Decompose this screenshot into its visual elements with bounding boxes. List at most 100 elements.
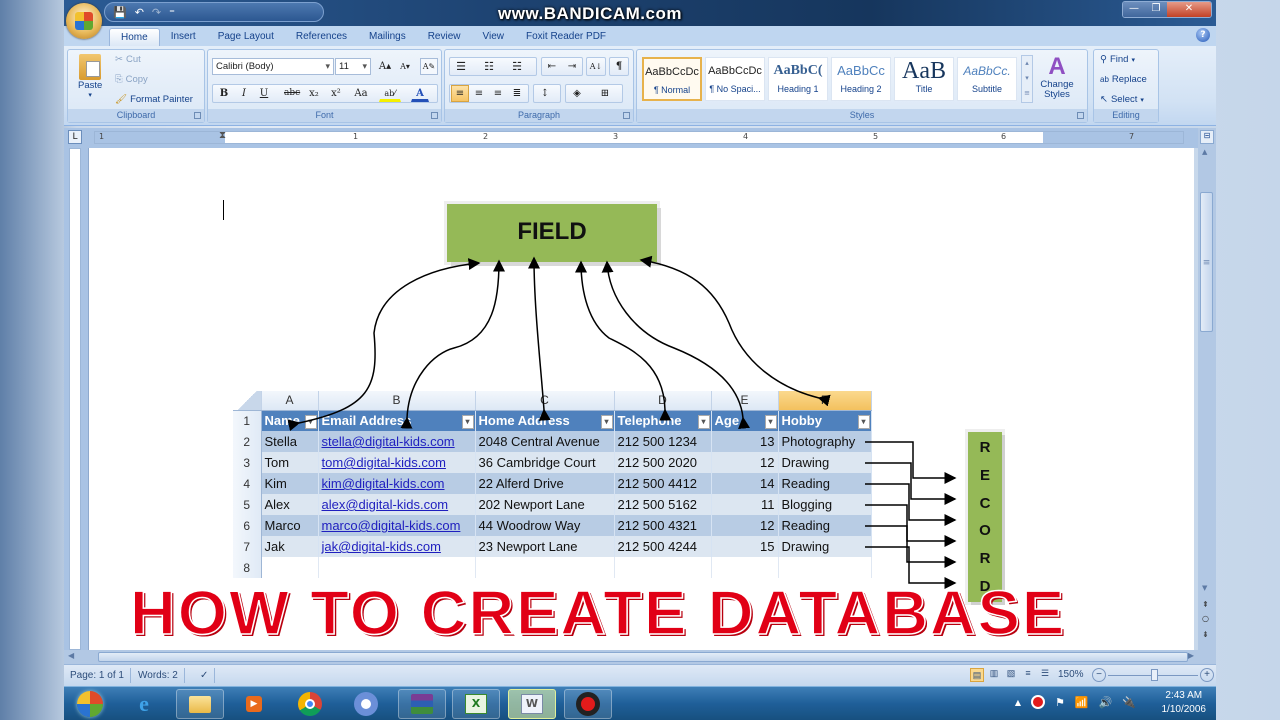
select-button[interactable]: ↖ Select ▾ [1100, 94, 1144, 105]
shrink-font-button[interactable]: A▾ [396, 58, 414, 75]
web-layout-icon[interactable]: ▧ [1004, 668, 1018, 682]
redo-icon[interactable]: ↷ [152, 6, 161, 19]
taskbar-chromium[interactable] [342, 689, 390, 719]
zoom-in-icon[interactable]: + [1200, 668, 1214, 682]
find-button[interactable]: ⚲ Find ▾ [1100, 54, 1135, 65]
shading-icon[interactable]: ◈ [568, 85, 586, 102]
help-icon[interactable]: ? [1196, 28, 1210, 42]
browse-object-icon[interactable]: ○ [1202, 614, 1209, 623]
style-heading-2[interactable]: AaBbCc Heading 2 [831, 57, 891, 101]
page-count[interactable]: Page: 1 of 1 [64, 668, 131, 683]
font-size-combo[interactable]: 11 [335, 58, 371, 75]
bullets-icon[interactable]: ☰ [452, 58, 470, 75]
zoom-slider-thumb[interactable] [1151, 669, 1158, 681]
vertical-scrollbar[interactable]: ⊟ ▲ ≡ ▼ ⇞ ○ ⇟ [1198, 128, 1216, 650]
tab-insert[interactable]: Insert [160, 28, 207, 46]
ruler-toggle-icon[interactable]: ⊟ [1200, 130, 1214, 144]
paste-button[interactable]: Paste ▾ [78, 54, 102, 99]
previous-page-icon[interactable]: ⇞ [1202, 600, 1209, 609]
document-page[interactable]: FIELD A B C D E F 1 Name ▾ Email Address… [88, 148, 1194, 650]
taskbar-chrome[interactable] [286, 689, 334, 719]
tab-home[interactable]: Home [109, 28, 160, 46]
record-indicator-icon[interactable] [1031, 695, 1046, 709]
taskbar-word[interactable]: W [508, 689, 556, 719]
style-normal[interactable]: AaBbCcDc ¶ Normal [642, 57, 702, 101]
superscript-button[interactable]: x² [327, 85, 345, 102]
scroll-down-icon[interactable]: ▼ [1202, 584, 1207, 592]
scroll-thumb[interactable]: ≡ [1200, 192, 1213, 332]
copy-button[interactable]: ⎘ Copy [115, 74, 148, 85]
office-button[interactable] [66, 3, 102, 39]
dialog-launcher-icon[interactable] [1077, 112, 1084, 119]
subscript-button[interactable]: x₂ [305, 85, 323, 102]
italic-button[interactable]: I [235, 85, 253, 102]
restore-button[interactable]: ❐ [1145, 2, 1167, 17]
horizontal-scrollbar[interactable]: ◀ ▶ [64, 650, 1216, 664]
tab-view[interactable]: View [472, 28, 516, 46]
vertical-ruler[interactable] [64, 148, 88, 650]
highlight-button[interactable]: ab⁄ [379, 85, 401, 102]
action-center-icon[interactable]: ⚑ [1055, 696, 1065, 709]
align-right-icon[interactable]: ≡ [489, 85, 507, 102]
tab-selector[interactable]: L [68, 130, 82, 144]
zoom-out-icon[interactable]: − [1092, 668, 1106, 682]
full-screen-reading-icon[interactable]: ▥ [987, 668, 1001, 682]
power-icon[interactable]: 🔌 [1122, 696, 1136, 709]
multilevel-list-icon[interactable]: ☵ [508, 58, 526, 75]
increase-indent-icon[interactable]: ⇥ [563, 58, 581, 75]
tab-page-layout[interactable]: Page Layout [207, 28, 285, 46]
word-count[interactable]: Words: 2 [132, 668, 185, 683]
font-name-combo[interactable]: Calibri (Body) [212, 58, 334, 75]
taskbar-internet-explorer[interactable]: e [120, 689, 168, 719]
scroll-right-icon[interactable]: ▶ [1188, 651, 1194, 660]
style-title[interactable]: AaB Title [894, 57, 954, 101]
font-color-button[interactable]: A [411, 85, 429, 102]
draft-icon[interactable]: ☰ [1038, 668, 1052, 682]
line-spacing-button[interactable]: ↕ [533, 84, 561, 103]
undo-icon[interactable]: ↶ [135, 6, 144, 19]
start-button[interactable] [66, 689, 114, 719]
sort-button[interactable]: A↓ [586, 57, 606, 76]
align-left-icon[interactable]: ≡ [451, 85, 469, 102]
proofing-icon[interactable]: ✓ [194, 668, 216, 683]
print-layout-icon[interactable]: ▤ [970, 668, 984, 682]
outline-icon[interactable]: ≡ [1021, 668, 1035, 682]
cut-button[interactable]: ✂ Cut [115, 54, 141, 65]
scroll-left-icon[interactable]: ◀ [68, 651, 74, 660]
style-heading-1[interactable]: AaBbC(Heading 1 [768, 57, 828, 101]
style-no-spacing[interactable]: AaBbCcDc ¶ No Spaci... [705, 57, 765, 101]
save-icon[interactable]: 💾 [113, 6, 127, 19]
justify-icon[interactable]: ≣ [508, 85, 526, 102]
replace-button[interactable]: ab Replace [1100, 74, 1147, 85]
tab-references[interactable]: References [285, 28, 358, 46]
style-subtitle[interactable]: AaBbCc. Subtitle [957, 57, 1017, 101]
clock[interactable]: 2:43 AM 1/10/2006 [1162, 689, 1207, 717]
taskbar-winrar[interactable] [398, 689, 446, 719]
tab-review[interactable]: Review [417, 28, 472, 46]
show-hidden-icons[interactable]: ▲ [1015, 698, 1021, 707]
volume-icon[interactable]: 🔊 [1099, 696, 1113, 709]
grow-font-button[interactable]: A▴ [376, 58, 394, 75]
taskbar-bandicam[interactable] [564, 689, 612, 719]
indent-marker-icon[interactable]: ⧗ [219, 130, 226, 141]
borders-icon[interactable]: ⊞ [596, 85, 614, 102]
scroll-thumb[interactable] [98, 652, 1188, 662]
dialog-launcher-icon[interactable] [623, 112, 630, 119]
decrease-indent-icon[interactable]: ⇤ [543, 58, 561, 75]
change-styles-button[interactable]: A Change Styles [1037, 54, 1077, 100]
dialog-launcher-icon[interactable] [431, 112, 438, 119]
styles-gallery-scroll[interactable]: ▴ ▾ ≡ [1021, 55, 1033, 103]
show-marks-button[interactable]: ¶ [609, 57, 629, 76]
change-case-button[interactable]: Aa [349, 85, 373, 102]
format-painter-button[interactable]: 🖌 Format Painter [115, 94, 193, 105]
strikethrough-button[interactable]: abc [283, 85, 301, 102]
scroll-up-icon[interactable]: ▲ [1202, 148, 1207, 156]
tab-mailings[interactable]: Mailings [358, 28, 417, 46]
taskbar-explorer[interactable] [176, 689, 224, 719]
zoom-level[interactable]: 150% [1058, 669, 1084, 680]
taskbar-excel[interactable]: X [452, 689, 500, 719]
tab-foxit-reader-pdf[interactable]: Foxit Reader PDF [515, 28, 617, 46]
taskbar-media-player[interactable]: ▶ [230, 689, 278, 719]
dialog-launcher-icon[interactable] [194, 112, 201, 119]
network-icon[interactable]: 📶 [1075, 696, 1089, 709]
